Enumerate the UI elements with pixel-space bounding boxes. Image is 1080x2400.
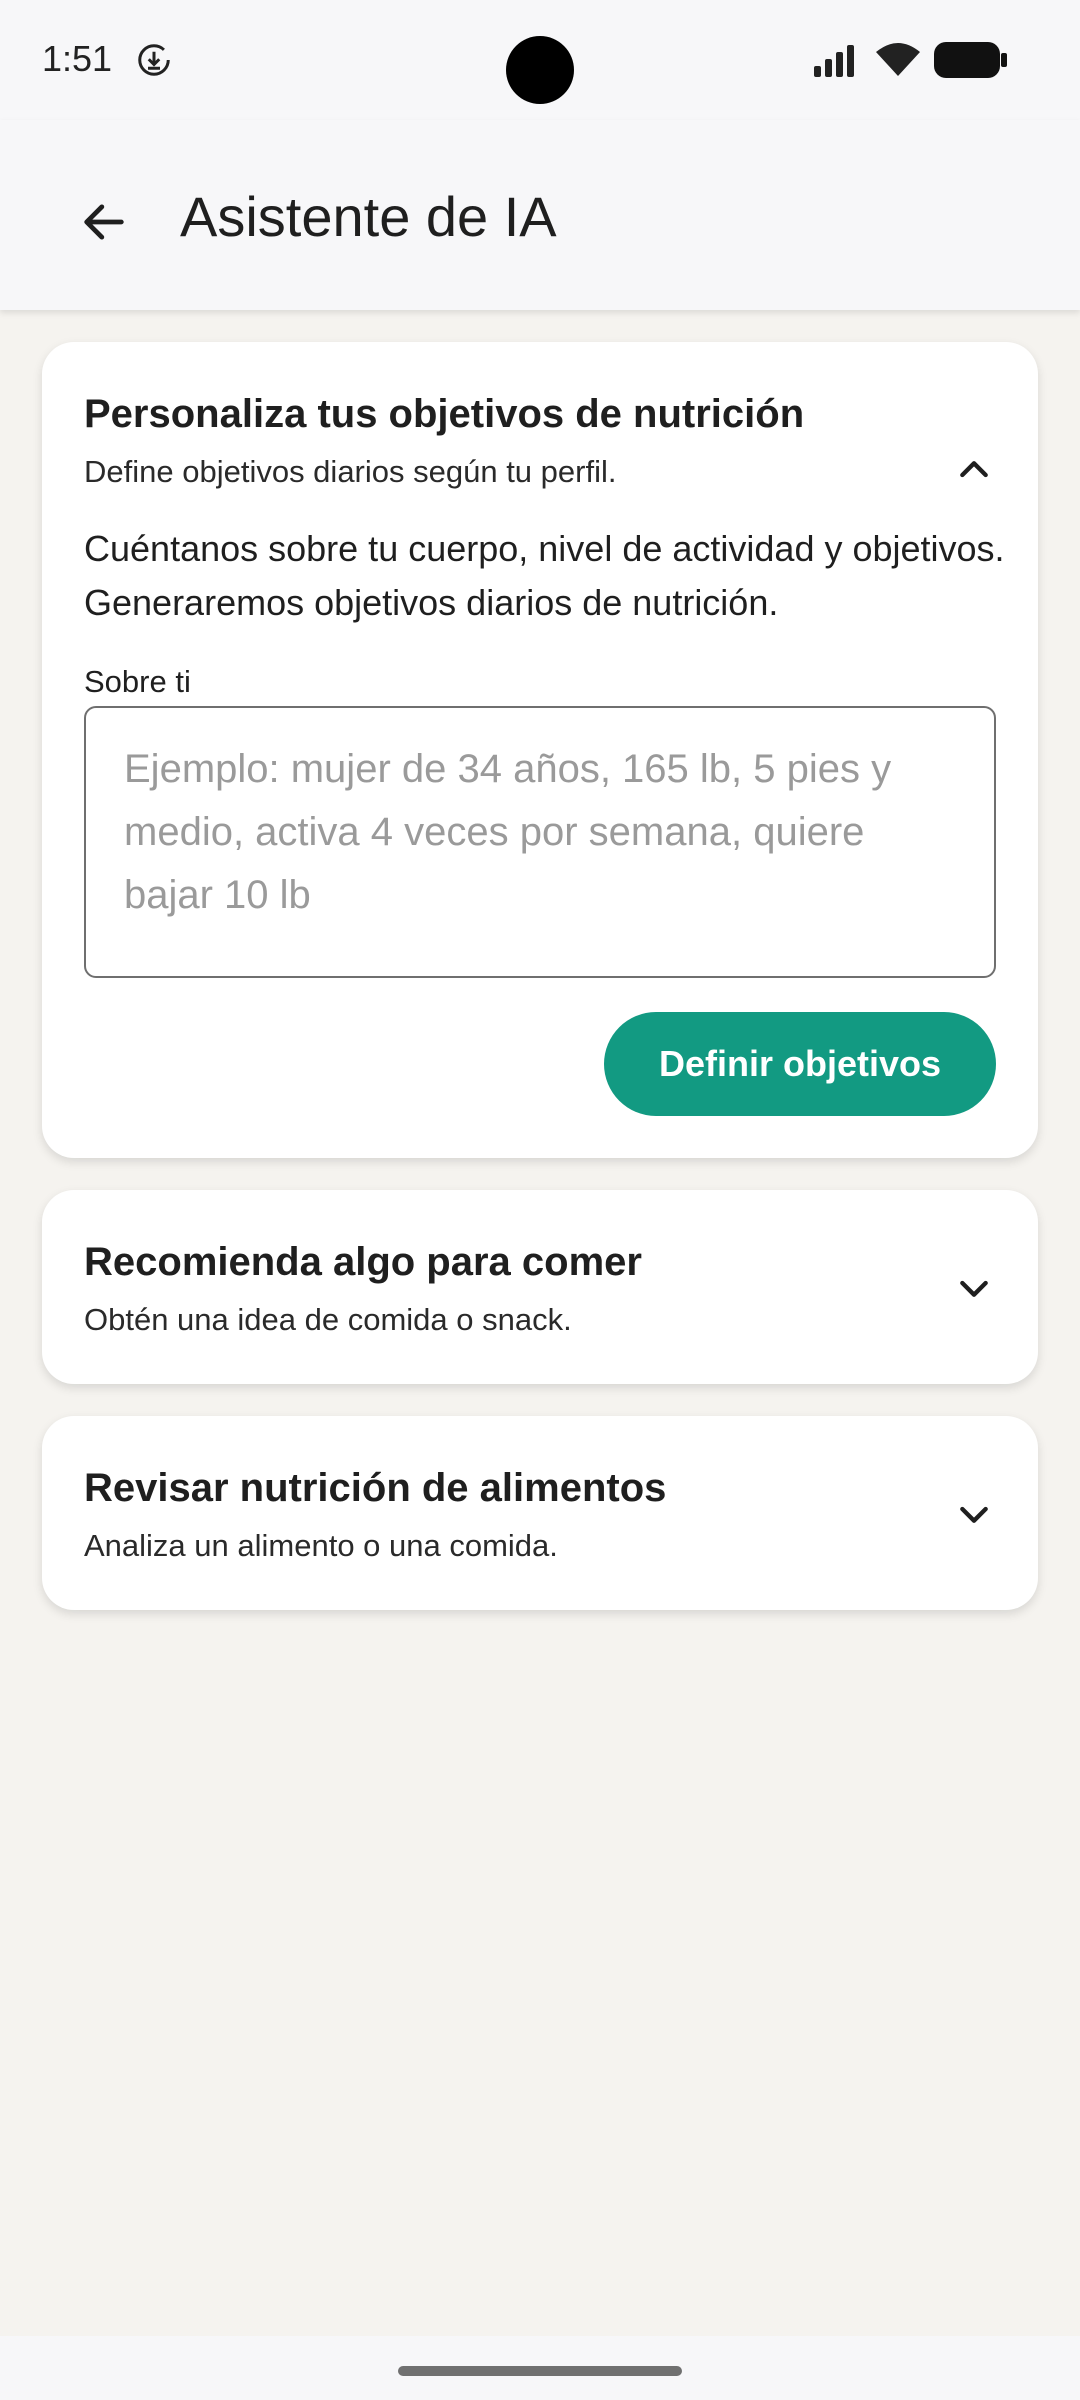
app-bar: Asistente de IA	[0, 120, 1080, 310]
card-nutrition-goals: Personaliza tus objetivos de nutrición D…	[42, 342, 1038, 1158]
expand-button[interactable]	[942, 1482, 1006, 1546]
collapse-button[interactable]	[942, 438, 1006, 502]
camera-cutout	[506, 36, 574, 104]
expand-button[interactable]	[942, 1256, 1006, 1320]
chevron-down-icon	[960, 1280, 988, 1297]
chevron-up-icon	[960, 461, 988, 478]
card-title: Revisar nutrición de alimentos	[84, 1466, 667, 1510]
card-review-nutrition[interactable]: Revisar nutrición de alimentos Analiza u…	[42, 1416, 1038, 1610]
card-subtitle: Obtén una idea de comida o snack.	[84, 1302, 572, 1337]
home-handle[interactable]	[398, 2366, 682, 2376]
field-label: Sobre ti	[84, 664, 191, 699]
status-time: 1:51	[42, 38, 113, 79]
card-subtitle: Define objetivos diarios según tu perfil…	[84, 454, 617, 489]
card-recommend-food[interactable]: Recomienda algo para comer Obtén una ide…	[42, 1190, 1038, 1384]
page-title: Asistente de IA	[180, 185, 557, 248]
card-subtitle: Analiza un alimento o una comida.	[84, 1528, 558, 1563]
wifi-icon	[876, 43, 920, 76]
card-title: Personaliza tus objetivos de nutrición	[84, 392, 805, 436]
chevron-down-icon	[960, 1506, 988, 1523]
intro-text: Cuéntanos sobre tu cuerpo, nivel de acti…	[84, 528, 1005, 623]
set-goals-button[interactable]: Definir objetivos	[604, 1012, 996, 1116]
about-you-input[interactable]	[124, 738, 964, 948]
back-button[interactable]	[64, 182, 144, 262]
about-you-field[interactable]	[84, 706, 996, 978]
gesture-nav-bar	[0, 2336, 1080, 2400]
status-bar: 1:51	[0, 0, 1080, 120]
signal-icon	[814, 45, 854, 77]
arrow-back-icon	[84, 204, 124, 240]
download-icon	[138, 44, 170, 76]
battery-icon	[934, 42, 1007, 78]
card-title: Recomienda algo para comer	[84, 1240, 642, 1284]
